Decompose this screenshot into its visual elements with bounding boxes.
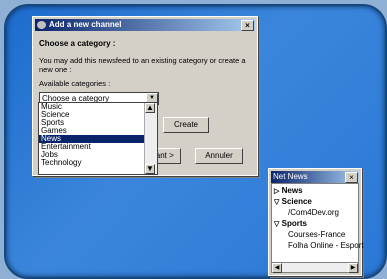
tree-label: News: [281, 186, 303, 195]
close-button[interactable]: ×: [241, 20, 254, 31]
dialog-description: You may add this newsfeed to an existing…: [39, 56, 246, 74]
scroll-up-icon[interactable]: ▲: [145, 103, 155, 113]
collapse-arrow-icon[interactable]: ▽: [274, 221, 279, 228]
list-scrollbar[interactable]: ▲ ▼: [144, 103, 157, 174]
scroll-down-icon[interactable]: ▼: [145, 164, 155, 174]
create-button[interactable]: Create: [163, 117, 209, 133]
tree-label: Sports: [281, 219, 307, 228]
panel-title: Net News: [273, 172, 308, 181]
cancel-button[interactable]: Annuler: [195, 148, 243, 164]
tree-item-feed[interactable]: Courses-France: [272, 229, 358, 240]
scroll-right-icon[interactable]: ▶: [348, 263, 358, 273]
close-button[interactable]: ×: [345, 172, 358, 183]
category-dropdown-list[interactable]: Music Science Sports Games News Entertai…: [38, 102, 158, 175]
tree-item-feed[interactable]: /Com4Dev.org: [272, 207, 358, 218]
expand-arrow-icon[interactable]: ▷: [274, 188, 279, 195]
net-news-panel: Net News × ▷ News ▽ Science /Com4Dev.org…: [268, 168, 364, 276]
scroll-left-icon[interactable]: ◀: [272, 263, 282, 273]
dialog-title: Add a new channel: [49, 20, 122, 29]
tree-label: Folha Online - Esport: [288, 241, 364, 250]
available-categories-label: Available categories :: [39, 79, 111, 88]
tree-label: Courses-France: [288, 230, 346, 239]
tree-item-sports[interactable]: ▽ Sports: [272, 218, 358, 229]
tree-item-news[interactable]: ▷ News: [272, 185, 358, 196]
news-tree: ▷ News ▽ Science /Com4Dev.org ▽ Sports C…: [271, 183, 364, 266]
dialog-heading: Choose a category :: [39, 39, 116, 48]
horizontal-scrollbar[interactable]: ◀ ▶: [271, 262, 359, 273]
app-icon: [37, 21, 46, 29]
tree-item-feed[interactable]: Folha Online - Esport: [272, 240, 364, 251]
dialog-titlebar: Add a new channel ×: [35, 19, 255, 31]
tree-label: Science: [281, 197, 312, 206]
collapse-arrow-icon[interactable]: ▽: [274, 199, 279, 206]
panel-titlebar: Net News ×: [271, 171, 359, 183]
tree-item-science[interactable]: ▽ Science: [272, 196, 358, 207]
tree-label: /Com4Dev.org: [288, 208, 339, 217]
list-item[interactable]: Technology: [39, 159, 157, 167]
